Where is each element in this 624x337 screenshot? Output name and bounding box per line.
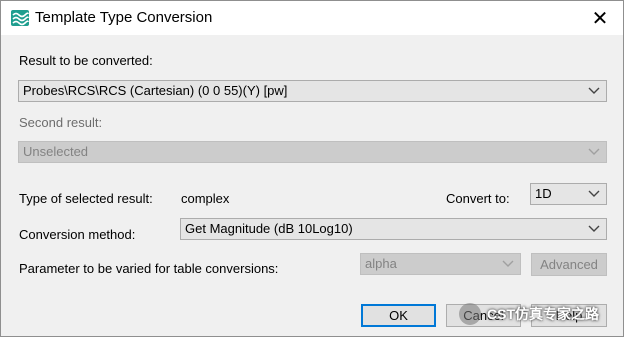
chevron-down-icon [588,87,600,94]
convert-to-select[interactable]: 1D [530,183,607,205]
chevron-down-icon [588,148,600,155]
parameter-label: Parameter to be varied for table convers… [19,261,279,276]
advanced-button[interactable]: Advanced [531,253,607,276]
second-result-value: Unselected [23,144,89,159]
conversion-method-value: Get Magnitude (dB 10Log10) [185,221,353,236]
second-result-select[interactable]: Unselected [18,141,607,163]
method-label: Conversion method: [19,227,136,242]
window-title: Template Type Conversion [35,9,213,26]
watermark-text: CST仿真专家之路 [487,306,599,322]
convert-to-value: 1D [535,186,552,201]
close-icon[interactable]: ✕ [577,1,623,35]
watermark: CST仿真专家之路 [459,301,599,327]
type-value: complex [181,191,230,206]
chevron-down-icon [588,190,600,197]
app-wave-icon [11,10,29,26]
template-type-conversion-dialog: Template Type Conversion ✕ Result to be … [0,0,624,337]
convert-to-label: Convert to: [446,191,510,206]
chevron-down-icon [588,225,600,232]
result-label: Result to be converted: [19,53,153,68]
result-select-value: Probes\RCS\RCS (Cartesian) (0 0 55)(Y) [… [23,83,288,98]
second-result-label: Second result: [19,115,103,130]
parameter-select[interactable]: alpha [360,253,521,275]
result-select[interactable]: Probes\RCS\RCS (Cartesian) (0 0 55)(Y) [… [18,80,607,102]
wechat-logo-icon [459,303,481,325]
ok-button[interactable]: OK [361,304,436,327]
conversion-method-select[interactable]: Get Magnitude (dB 10Log10) [180,218,607,240]
type-label: Type of selected result: [19,191,153,206]
title-bar: Template Type Conversion ✕ [1,1,623,35]
parameter-value: alpha [365,256,397,271]
chevron-down-icon [502,260,514,267]
